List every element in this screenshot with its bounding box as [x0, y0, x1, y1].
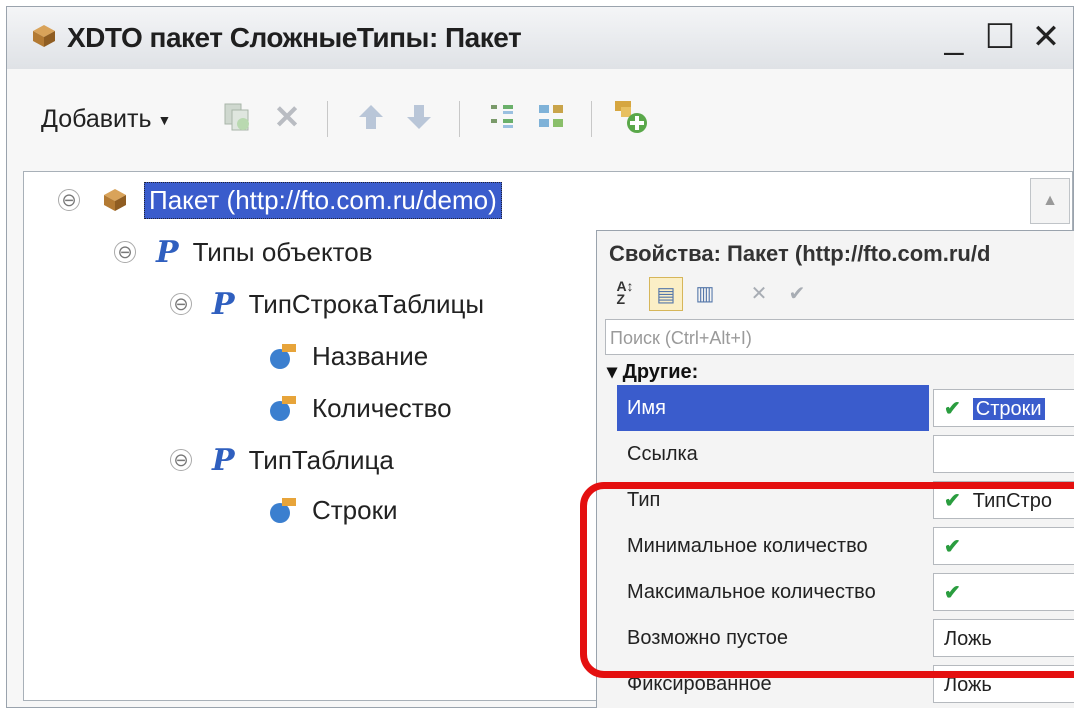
tree-node-label: Название — [312, 340, 429, 371]
filter-button[interactable]: ▥ — [689, 277, 721, 309]
object-type-icon: P — [212, 442, 235, 478]
tree-node-label: ТипСтрокаТаблицы — [248, 288, 485, 319]
move-down-icon — [407, 105, 431, 129]
maximize-button[interactable]: ☐ — [981, 19, 1019, 57]
properties-group-header[interactable]: ▾ Другие: — [607, 359, 698, 384]
title-bar[interactable]: XDTO пакет СложныеТипы: Пакет _ ☐ ✕ — [7, 7, 1073, 70]
property-row[interactable]: Имя ✔ Строки — [617, 385, 1074, 431]
property-value-text: ТипСтро — [972, 490, 1052, 512]
tree-node-property[interactable]: Строки — [268, 488, 398, 532]
collapse-icon[interactable]: ⊖ — [170, 293, 192, 315]
check-icon: ✔ — [944, 582, 961, 604]
move-down-button[interactable] — [399, 97, 439, 137]
window-title: XDTO пакет СложныеТипы: Пакет — [67, 22, 522, 53]
add-package-icon — [615, 101, 647, 133]
collapse-icon[interactable]: ⊖ — [170, 449, 192, 471]
filter-icon: ▥ — [695, 282, 715, 305]
property-name: Возможно пустое — [627, 627, 788, 649]
property-value[interactable]: ✔ — [933, 573, 1074, 611]
collapse-icon[interactable]: ⊖ — [58, 189, 80, 211]
properties-toolbar: A↕ Z ▤ ▥ ✕ ✔ — [597, 271, 1074, 317]
tree-node-type-table[interactable]: ⊖ P ТипТаблица — [170, 438, 394, 482]
collapse-icon[interactable]: ⊖ — [114, 241, 136, 263]
property-name: Имя — [617, 385, 929, 431]
toolbar-separator — [591, 101, 592, 137]
scroll-up-arrow[interactable]: ▲ — [1030, 178, 1070, 224]
property-value-text: Ложь — [944, 674, 992, 696]
property-name: Максимальное количество — [627, 581, 876, 603]
check-icon: ✔ — [944, 398, 961, 420]
tree-node-label: Пакет (http://fto.com.ru/demo) — [144, 181, 502, 219]
property-row[interactable]: Фиксированное Ложь — [617, 661, 1074, 707]
tree-node-label: ТипТаблица — [248, 444, 394, 475]
check-icon: ✔ — [944, 536, 961, 558]
tree-node-object-types[interactable]: ⊖ P Типы объектов — [114, 230, 373, 274]
package-icon — [33, 25, 55, 47]
tree-node-label: Количество — [312, 392, 452, 423]
property-icon — [270, 344, 296, 369]
property-row[interactable]: Тип ✔ ТипСтро — [617, 477, 1074, 523]
property-name: Фиксированное — [627, 673, 772, 695]
categories-button[interactable]: ▤ — [649, 277, 683, 311]
dropdown-arrow-icon: ▼ — [157, 112, 172, 129]
move-up-button[interactable] — [351, 97, 391, 137]
property-icon — [270, 498, 296, 523]
property-value[interactable] — [933, 435, 1074, 473]
object-type-icon: P — [212, 286, 235, 322]
toolbar: Добавить ▼ ✕ — [7, 69, 1073, 171]
minimize-button[interactable]: _ — [935, 19, 973, 57]
property-name: Тип — [627, 489, 661, 511]
property-value[interactable]: ✔ — [933, 527, 1074, 565]
move-up-icon — [359, 105, 383, 129]
property-row[interactable]: Ссылка — [617, 431, 1074, 477]
tree-node-type-row[interactable]: ⊖ P ТипСтрокаТаблицы — [170, 282, 484, 326]
tree-node-property[interactable]: Количество — [268, 386, 452, 430]
property-value-text: Строки — [972, 398, 1045, 420]
add-button[interactable]: Добавить ▼ — [41, 105, 171, 134]
property-value[interactable]: Ложь — [933, 665, 1074, 703]
object-type-icon: P — [156, 234, 179, 270]
package-icon — [104, 189, 126, 211]
delete-button[interactable]: ✕ — [267, 97, 307, 137]
check-icon: ✔ — [944, 490, 961, 512]
sort-icon — [491, 105, 513, 128]
copy-button[interactable] — [217, 97, 257, 137]
close-icon: ✕ — [750, 282, 768, 305]
property-row[interactable]: Минимальное количество ✔ — [617, 523, 1074, 569]
copy-icon — [224, 103, 249, 131]
property-value[interactable]: ✔ Строки — [933, 389, 1074, 427]
property-value[interactable]: Ложь — [933, 619, 1074, 657]
tree-node-package[interactable]: ⊖ Пакет (http://fto.com.ru/demo) — [58, 178, 502, 222]
toolbar-separator — [459, 101, 460, 137]
property-name: Минимальное количество — [627, 535, 868, 557]
property-row[interactable]: Возможно пустое Ложь — [617, 615, 1074, 661]
check-icon: ✔ — [788, 282, 806, 305]
sort-button[interactable] — [483, 97, 523, 137]
properties-search-input[interactable]: Поиск (Ctrl+Alt+I) — [605, 319, 1074, 355]
delete-icon: ✕ — [273, 99, 301, 135]
add-button-label: Добавить — [41, 105, 152, 133]
property-icon — [270, 396, 296, 421]
sort-alpha-icon: A↕ Z — [616, 278, 634, 307]
property-value[interactable]: ✔ ТипСтро — [933, 481, 1074, 519]
close-button[interactable]: ✕ — [1027, 19, 1065, 57]
apply-button[interactable]: ✔ — [781, 277, 813, 309]
property-row[interactable]: Максимальное количество ✔ — [617, 569, 1074, 615]
group-icon — [539, 105, 563, 127]
sort-alpha-button[interactable]: A↕ Z — [609, 277, 641, 309]
tree-node-label: Строки — [312, 494, 398, 525]
property-name: Ссылка — [627, 443, 698, 465]
property-value-text: Ложь — [944, 628, 992, 650]
add-package-button[interactable] — [611, 97, 651, 137]
tree-node-label: Типы объектов — [192, 236, 373, 267]
group-button[interactable] — [531, 97, 571, 137]
categories-icon: ▤ — [656, 283, 676, 306]
properties-title: Свойства: Пакет (http://fto.com.ru/d — [609, 241, 991, 266]
toolbar-separator — [327, 101, 328, 137]
properties-panel: Свойства: Пакет (http://fto.com.ru/d A↕ Z… — [596, 230, 1074, 708]
tree-node-property[interactable]: Название — [268, 334, 428, 378]
clear-button[interactable]: ✕ — [743, 277, 775, 309]
